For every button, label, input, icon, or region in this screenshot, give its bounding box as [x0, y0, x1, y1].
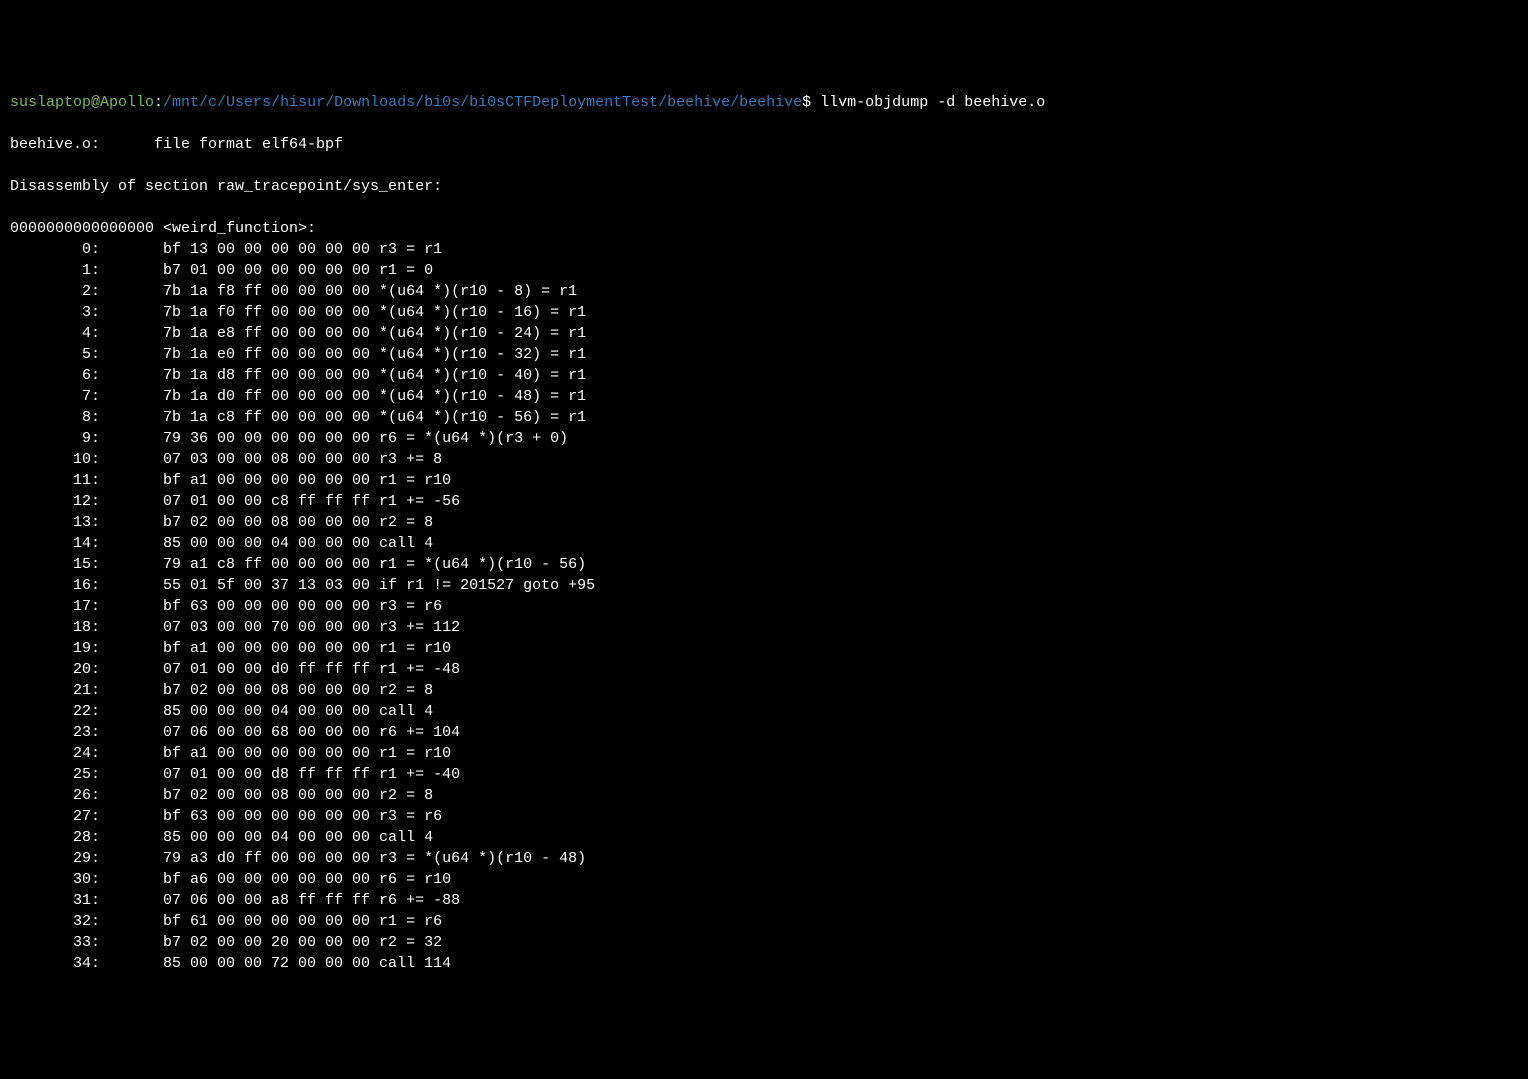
disasm-line: 14: 85 00 00 00 04 00 00 00 call 4	[10, 535, 433, 552]
user-host: suslaptop@Apollo	[10, 94, 154, 111]
blank-line	[10, 155, 1518, 176]
disasm-line: 13: b7 02 00 00 08 00 00 00 r2 = 8	[10, 514, 433, 531]
disasm-line: 2: 7b 1a f8 ff 00 00 00 00 *(u64 *)(r10 …	[10, 283, 577, 300]
disasm-line: 22: 85 00 00 00 04 00 00 00 call 4	[10, 703, 433, 720]
disasm-line: 6: 7b 1a d8 ff 00 00 00 00 *(u64 *)(r10 …	[10, 367, 586, 384]
disasm-line: 29: 79 a3 d0 ff 00 00 00 00 r3 = *(u64 *…	[10, 850, 586, 867]
disasm-line: 17: bf 63 00 00 00 00 00 00 r3 = r6	[10, 598, 442, 615]
entered-command[interactable]: llvm-objdump -d beehive.o	[811, 94, 1045, 111]
disasm-line: 32: bf 61 00 00 00 00 00 00 r1 = r6	[10, 913, 442, 930]
disasm-line: 16: 55 01 5f 00 37 13 03 00 if r1 != 201…	[10, 577, 604, 594]
disasm-line: 9: 79 36 00 00 00 00 00 00 r6 = *(u64 *)…	[10, 430, 568, 447]
disasm-line: 28: 85 00 00 00 04 00 00 00 call 4	[10, 829, 433, 846]
disasm-line: 15: 79 a1 c8 ff 00 00 00 00 r1 = *(u64 *…	[10, 556, 586, 573]
function-label: 0000000000000000 <weird_function>:	[10, 220, 316, 237]
disasm-line: 18: 07 03 00 00 70 00 00 00 r3 += 112	[10, 619, 460, 636]
disasm-line: 30: bf a6 00 00 00 00 00 00 r6 = r10	[10, 871, 451, 888]
disassembly-listing: 0: bf 13 00 00 00 00 00 00 r3 = r1 1: b7…	[10, 239, 1518, 974]
disasm-line: 8: 7b 1a c8 ff 00 00 00 00 *(u64 *)(r10 …	[10, 409, 586, 426]
disasm-line: 23: 07 06 00 00 68 00 00 00 r6 += 104	[10, 724, 460, 741]
disasm-line: 26: b7 02 00 00 08 00 00 00 r2 = 8	[10, 787, 433, 804]
disasm-line: 12: 07 01 00 00 c8 ff ff ff r1 += -56	[10, 493, 460, 510]
disasm-line: 21: b7 02 00 00 08 00 00 00 r2 = 8	[10, 682, 433, 699]
disasm-line: 20: 07 01 00 00 d0 ff ff ff r1 += -48	[10, 661, 460, 678]
disasm-line: 25: 07 01 00 00 d8 ff ff ff r1 += -40	[10, 766, 460, 783]
disasm-line: 4: 7b 1a e8 ff 00 00 00 00 *(u64 *)(r10 …	[10, 325, 586, 342]
disasm-line: 31: 07 06 00 00 a8 ff ff ff r6 += -88	[10, 892, 460, 909]
blank-line	[10, 197, 1518, 218]
section-header: Disassembly of section raw_tracepoint/sy…	[10, 178, 442, 195]
prompt-line: suslaptop@Apollo:/mnt/c/Users/hisur/Down…	[10, 94, 1045, 111]
disasm-line: 10: 07 03 00 00 08 00 00 00 r3 += 8	[10, 451, 442, 468]
disasm-line: 24: bf a1 00 00 00 00 00 00 r1 = r10	[10, 745, 451, 762]
disasm-line: 34: 85 00 00 00 72 00 00 00 call 114	[10, 955, 451, 972]
disasm-line: 3: 7b 1a f0 ff 00 00 00 00 *(u64 *)(r10 …	[10, 304, 586, 321]
disasm-line: 11: bf a1 00 00 00 00 00 00 r1 = r10	[10, 472, 451, 489]
disasm-line: 5: 7b 1a e0 ff 00 00 00 00 *(u64 *)(r10 …	[10, 346, 586, 363]
disasm-line: 7: 7b 1a d0 ff 00 00 00 00 *(u64 *)(r10 …	[10, 388, 586, 405]
disasm-line: 0: bf 13 00 00 00 00 00 00 r3 = r1	[10, 241, 442, 258]
terminal-output: suslaptop@Apollo:/mnt/c/Users/hisur/Down…	[10, 92, 1518, 974]
disasm-line: 19: bf a1 00 00 00 00 00 00 r1 = r10	[10, 640, 451, 657]
colon: :	[154, 94, 163, 111]
prompt-dollar: $	[802, 94, 811, 111]
disasm-line: 27: bf 63 00 00 00 00 00 00 r3 = r6	[10, 808, 442, 825]
cwd-path: /mnt/c/Users/hisur/Downloads/bi0s/bi0sCT…	[163, 94, 802, 111]
file-format-line: beehive.o: file format elf64-bpf	[10, 136, 343, 153]
disasm-line: 33: b7 02 00 00 20 00 00 00 r2 = 32	[10, 934, 442, 951]
disasm-line: 1: b7 01 00 00 00 00 00 00 r1 = 0	[10, 262, 433, 279]
blank-line	[10, 113, 1518, 134]
